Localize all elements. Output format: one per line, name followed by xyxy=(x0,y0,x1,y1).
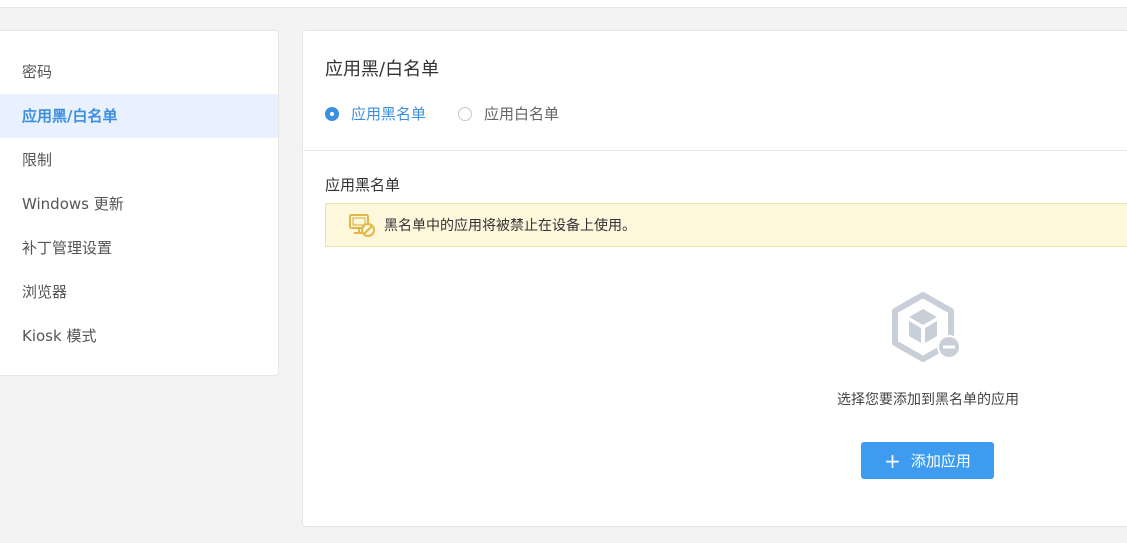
radio-whitelist[interactable]: 应用白名单 xyxy=(458,103,559,124)
notice-banner: 黑名单中的应用将被禁止在设备上使用。 xyxy=(325,203,1127,247)
radio-checked-icon[interactable] xyxy=(325,106,339,121)
sidebar-item-password[interactable]: 密码 xyxy=(0,50,278,94)
section-title: 应用黑名单 xyxy=(325,176,401,194)
blocked-screen-icon xyxy=(348,212,376,238)
sidebar-item-browser[interactable]: 浏览器 xyxy=(0,270,278,314)
sidebar-item-patch-management[interactable]: 补丁管理设置 xyxy=(0,226,278,270)
package-remove-icon xyxy=(889,291,965,365)
radio-unchecked-icon[interactable] xyxy=(458,106,473,121)
plus-icon: + xyxy=(884,448,901,473)
sidebar: 密码 应用黑/白名单 限制 Windows 更新 补丁管理设置 浏览器 Kios… xyxy=(0,30,279,376)
list-type-radio-group: 应用黑名单 应用白名单 xyxy=(325,103,591,124)
main-panel: 应用黑/白名单 应用黑名单 应用白名单 应用黑名单 黑名单中的应用将被禁止在设备… xyxy=(302,30,1127,527)
radio-blacklist-label[interactable]: 应用黑名单 xyxy=(351,103,426,124)
sidebar-item-restrictions[interactable]: 限制 xyxy=(0,138,278,182)
sidebar-item-kiosk-mode[interactable]: Kiosk 模式 xyxy=(0,314,278,358)
add-app-button-label: 添加应用 xyxy=(910,452,971,470)
top-bar xyxy=(0,0,1127,8)
add-app-button[interactable]: + 添加应用 xyxy=(861,442,994,479)
radio-blacklist[interactable]: 应用黑名单 xyxy=(325,103,426,124)
sidebar-item-windows-update[interactable]: Windows 更新 xyxy=(0,182,278,226)
notice-text: 黑名单中的应用将被禁止在设备上使用。 xyxy=(384,218,636,234)
divider xyxy=(303,150,1127,151)
page-title: 应用黑/白名单 xyxy=(325,59,440,80)
radio-whitelist-label[interactable]: 应用白名单 xyxy=(484,103,559,124)
sidebar-item-app-blacklist-whitelist[interactable]: 应用黑/白名单 xyxy=(0,94,278,138)
empty-state-text: 选择您要添加到黑名单的应用 xyxy=(837,392,1019,408)
